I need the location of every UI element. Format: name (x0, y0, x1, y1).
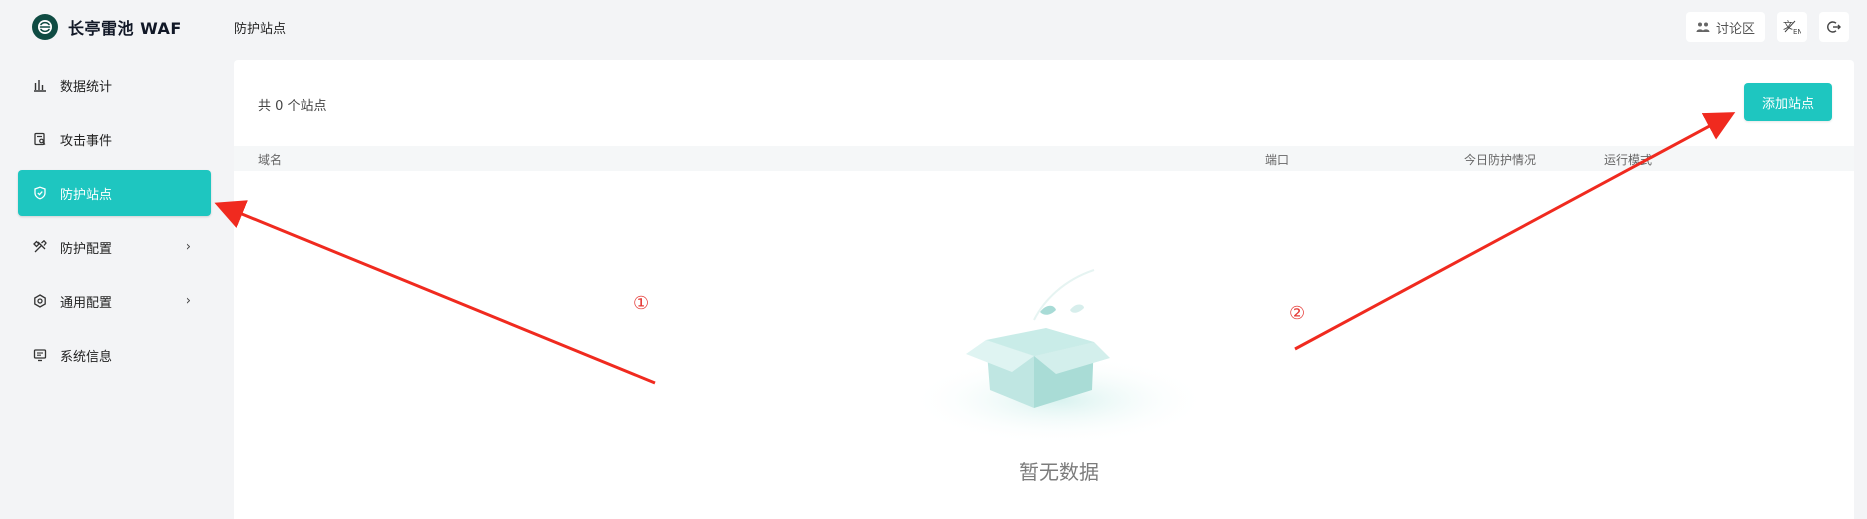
logo-icon (32, 14, 58, 40)
settings-icon (32, 293, 48, 309)
annotation-number-2: ② (1289, 303, 1306, 324)
sidebar: 长亭雷池 WAF 数据统计 攻击事件 防护站点 防护配置 › 通用配置 › 系统… (0, 0, 230, 519)
column-header-run-mode[interactable]: 运行模式 (1604, 151, 1652, 168)
tools-icon (32, 239, 48, 255)
header-actions: 讨论区 文 EN (1685, 12, 1849, 42)
sidebar-item-protection-config[interactable]: 防护配置 › (18, 224, 211, 270)
brand[interactable]: 长亭雷池 WAF (32, 12, 182, 42)
sidebar-item-statistics[interactable]: 数据统计 (18, 62, 211, 108)
bar-chart-icon (32, 77, 48, 93)
sidebar-item-label: 防护站点 (60, 187, 113, 203)
column-header-domain[interactable]: 域名 (258, 151, 282, 168)
document-search-icon (32, 131, 48, 147)
column-header-today-protection[interactable]: 今日防护情况 (1464, 151, 1536, 168)
sidebar-item-label: 攻击事件 (60, 133, 113, 149)
app-title: 长亭雷池 WAF (68, 19, 182, 38)
table-header: 域名 端口 今日防护情况 运行模式 (234, 146, 1854, 171)
empty-state: 暂无数据 (894, 250, 1224, 490)
users-icon (1696, 21, 1710, 33)
empty-box-illustration (909, 269, 1209, 445)
sidebar-item-label: 通用配置 (60, 295, 113, 311)
breadcrumb: 防护站点 (234, 22, 287, 37)
sidebar-item-protected-sites[interactable]: 防护站点 (18, 170, 211, 216)
sidebar-item-general-config[interactable]: 通用配置 › (18, 278, 211, 324)
sidebar-item-label: 数据统计 (60, 79, 113, 95)
sidebar-item-system-info[interactable]: 系统信息 (18, 332, 211, 378)
shield-icon (32, 185, 48, 201)
sidebar-item-label: 防护配置 (60, 241, 113, 257)
forum-label: 讨论区 (1715, 21, 1755, 37)
site-count: 共 0 个站点 (258, 99, 327, 114)
sidebar-menu: 数据统计 攻击事件 防护站点 防护配置 › 通用配置 › 系统信息 (18, 62, 211, 386)
annotation-number-1: ① (633, 293, 650, 314)
sidebar-item-attack-events[interactable]: 攻击事件 (18, 116, 211, 162)
main-panel: 共 0 个站点 添加站点 域名 端口 今日防护情况 运行模式 暂无数据 (234, 60, 1854, 519)
svg-text:EN: EN (1793, 28, 1801, 35)
monitor-icon (32, 347, 48, 363)
chevron-right-icon: › (185, 239, 191, 255)
logout-icon[interactable] (1819, 12, 1849, 42)
chevron-right-icon: › (185, 293, 191, 309)
forum-button[interactable]: 讨论区 (1685, 12, 1765, 42)
empty-text: 暂无数据 (1019, 460, 1099, 484)
add-site-button[interactable]: 添加站点 (1744, 83, 1832, 121)
column-header-port[interactable]: 端口 (1265, 151, 1289, 168)
sidebar-item-label: 系统信息 (60, 349, 113, 365)
language-toggle-icon[interactable]: 文 EN (1777, 12, 1807, 42)
